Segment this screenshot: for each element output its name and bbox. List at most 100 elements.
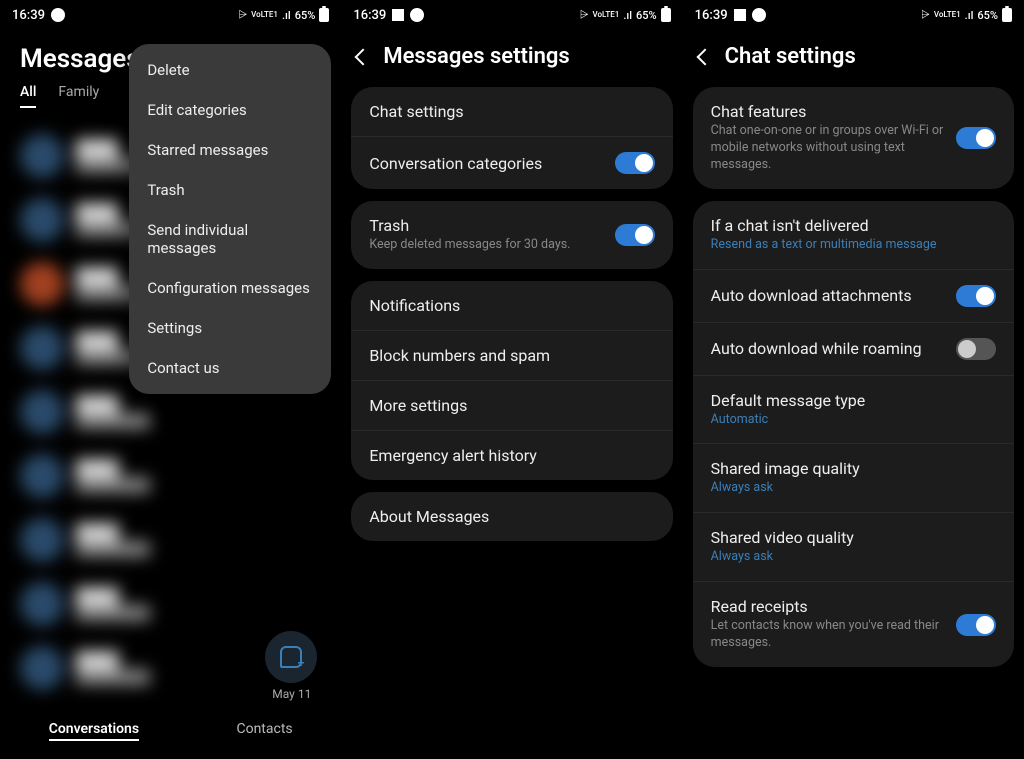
settings-header: Messages settings: [341, 30, 682, 87]
toggle-read-receipts[interactable]: [956, 614, 996, 636]
screen-messages-settings: 16:39 ⩥ VoLTE1 .ıl 65% Messages settings…: [341, 0, 682, 759]
compose-icon: [280, 646, 302, 668]
menu-contact-us[interactable]: Contact us: [129, 348, 331, 388]
toggle-trash[interactable]: [615, 224, 655, 246]
status-bar: 16:39 ⩥ VoLTE1 .ıl 65%: [683, 0, 1024, 30]
item-sublabel: Chat one-on-one or in groups over Wi-Fi …: [711, 123, 944, 174]
volte-label: VoLTE1: [251, 11, 278, 19]
item-label: Shared video quality: [711, 528, 996, 547]
battery-percent: 65%: [977, 9, 998, 22]
item-chat-settings[interactable]: Chat settings: [351, 87, 672, 136]
app-indicator-icon: [51, 8, 65, 22]
tab-contacts[interactable]: Contacts: [236, 721, 292, 741]
toggle-chat-features[interactable]: [956, 127, 996, 149]
item-label: Chat settings: [369, 102, 654, 121]
volte-label: VoLTE1: [593, 11, 620, 19]
page-title: Messages settings: [383, 44, 569, 69]
screen-chat-settings: 16:39 ⩥ VoLTE1 .ıl 65% Chat settings Cha…: [683, 0, 1024, 759]
list-item[interactable]: ████████████: [0, 444, 341, 508]
toggle-conversation-categories[interactable]: [615, 152, 655, 174]
item-image-quality[interactable]: Shared image quality Always ask: [693, 443, 1014, 512]
page-title: Chat settings: [725, 44, 856, 69]
menu-edit-categories[interactable]: Edit categories: [129, 90, 331, 130]
date-badge: May 11: [272, 687, 311, 701]
item-label: Read receipts: [711, 597, 944, 616]
item-default-msg-type[interactable]: Default message type Automatic: [693, 375, 1014, 444]
item-label: Auto download while roaming: [711, 339, 944, 358]
menu-settings[interactable]: Settings: [129, 308, 331, 348]
status-time: 16:39: [353, 8, 386, 23]
back-icon[interactable]: [696, 48, 713, 65]
item-label: About Messages: [369, 507, 654, 526]
item-more-settings[interactable]: More settings: [351, 380, 672, 430]
tab-family[interactable]: Family: [58, 84, 99, 108]
battery-icon: [661, 8, 671, 22]
item-trash[interactable]: Trash Keep deleted messages for 30 days.: [351, 201, 672, 269]
screen-messages-list: 16:39 ⩥ VoLTE1 .ıl 65% Messages All Fami…: [0, 0, 341, 759]
item-sublabel: Keep deleted messages for 30 days.: [369, 237, 602, 254]
wifi-icon: ⩥: [921, 8, 930, 22]
item-sublabel: Let contacts know when you've read their…: [711, 618, 944, 652]
signal-icon: .ıl: [623, 9, 632, 22]
item-label: Notifications: [369, 296, 654, 315]
signal-icon: .ıl: [965, 9, 974, 22]
toggle-auto-download[interactable]: [956, 285, 996, 307]
battery-icon: [1002, 8, 1012, 22]
list-item[interactable]: ████████████: [0, 508, 341, 572]
app-indicator-icon: [752, 8, 766, 22]
battery-percent: 65%: [295, 9, 316, 22]
bottom-nav: Conversations Contacts: [0, 707, 341, 759]
item-conversation-categories[interactable]: Conversation categories: [351, 136, 672, 189]
status-time: 16:39: [12, 8, 45, 23]
item-undelivered[interactable]: If a chat isn't delivered Resend as a te…: [693, 201, 1014, 269]
wifi-icon: ⩥: [580, 8, 589, 22]
item-label: Chat features: [711, 102, 944, 121]
list-item[interactable]: ████████████: [0, 572, 341, 636]
settings-group-chat: Chat settings Conversation categories: [351, 87, 672, 189]
item-sublabel: Resend as a text or multimedia message: [711, 237, 996, 254]
settings-group-trash: Trash Keep deleted messages for 30 days.: [351, 201, 672, 269]
gallery-indicator-icon: [734, 9, 746, 21]
item-read-receipts[interactable]: Read receipts Let contacts know when you…: [693, 581, 1014, 667]
settings-group-general: Notifications Block numbers and spam Mor…: [351, 281, 672, 480]
menu-trash[interactable]: Trash: [129, 170, 331, 210]
item-label: Trash: [369, 216, 602, 235]
item-notifications[interactable]: Notifications: [351, 281, 672, 330]
menu-send-individual[interactable]: Send individual messages: [129, 210, 331, 268]
status-time: 16:39: [695, 8, 728, 23]
tab-all[interactable]: All: [20, 84, 36, 108]
menu-configuration[interactable]: Configuration messages: [129, 268, 331, 308]
item-label: Emergency alert history: [369, 446, 654, 465]
item-label: More settings: [369, 396, 654, 415]
item-chat-features[interactable]: Chat features Chat one-on-one or in grou…: [693, 87, 1014, 189]
menu-starred[interactable]: Starred messages: [129, 130, 331, 170]
item-label: Default message type: [711, 391, 996, 410]
gallery-indicator-icon: [392, 9, 404, 21]
signal-icon: .ıl: [282, 9, 291, 22]
tab-conversations[interactable]: Conversations: [49, 721, 139, 741]
settings-group-about: About Messages: [351, 492, 672, 541]
item-auto-download-roaming[interactable]: Auto download while roaming: [693, 322, 1014, 375]
app-indicator-icon: [410, 8, 424, 22]
item-emergency-alerts[interactable]: Emergency alert history: [351, 430, 672, 480]
status-bar: 16:39 ⩥ VoLTE1 .ıl 65%: [0, 0, 341, 30]
toggle-auto-download-roaming[interactable]: [956, 338, 996, 360]
item-about[interactable]: About Messages: [351, 492, 672, 541]
item-block-spam[interactable]: Block numbers and spam: [351, 330, 672, 380]
wifi-icon: ⩥: [238, 8, 247, 22]
settings-group-features: Chat features Chat one-on-one or in grou…: [693, 87, 1014, 189]
item-sublabel: Automatic: [711, 412, 996, 429]
settings-group-options: If a chat isn't delivered Resend as a te…: [693, 201, 1014, 667]
item-label: Block numbers and spam: [369, 346, 654, 365]
item-label: Auto download attachments: [711, 286, 944, 305]
compose-button[interactable]: [265, 631, 317, 683]
item-sublabel: Always ask: [711, 480, 996, 497]
item-label: Conversation categories: [369, 154, 602, 173]
item-video-quality[interactable]: Shared video quality Always ask: [693, 512, 1014, 581]
battery-percent: 65%: [636, 9, 657, 22]
settings-header: Chat settings: [683, 30, 1024, 87]
menu-delete[interactable]: Delete: [129, 50, 331, 90]
item-auto-download[interactable]: Auto download attachments: [693, 269, 1014, 322]
back-icon[interactable]: [355, 48, 372, 65]
status-bar: 16:39 ⩥ VoLTE1 .ıl 65%: [341, 0, 682, 30]
